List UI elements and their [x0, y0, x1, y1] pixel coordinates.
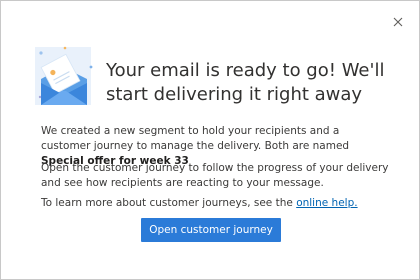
- envelope-letter-illustration: [35, 46, 93, 105]
- journey-info-paragraph: Open the customer journey to follow the …: [41, 162, 389, 189]
- segment-info-text: We created a new segment to hold your re…: [41, 125, 350, 152]
- help-text: To learn more about customer journeys, s…: [41, 197, 297, 209]
- online-help-link[interactable]: online help.: [296, 197, 357, 209]
- help-paragraph: To learn more about customer journeys, s…: [41, 196, 391, 211]
- dialog-headline: Your email is ready to go! We'll start d…: [106, 60, 385, 105]
- close-button[interactable]: [389, 13, 407, 31]
- email-ready-dialog: Your email is ready to go! We'll start d…: [0, 0, 420, 280]
- open-customer-journey-button[interactable]: Open customer journey: [141, 218, 281, 242]
- close-icon: [393, 17, 403, 27]
